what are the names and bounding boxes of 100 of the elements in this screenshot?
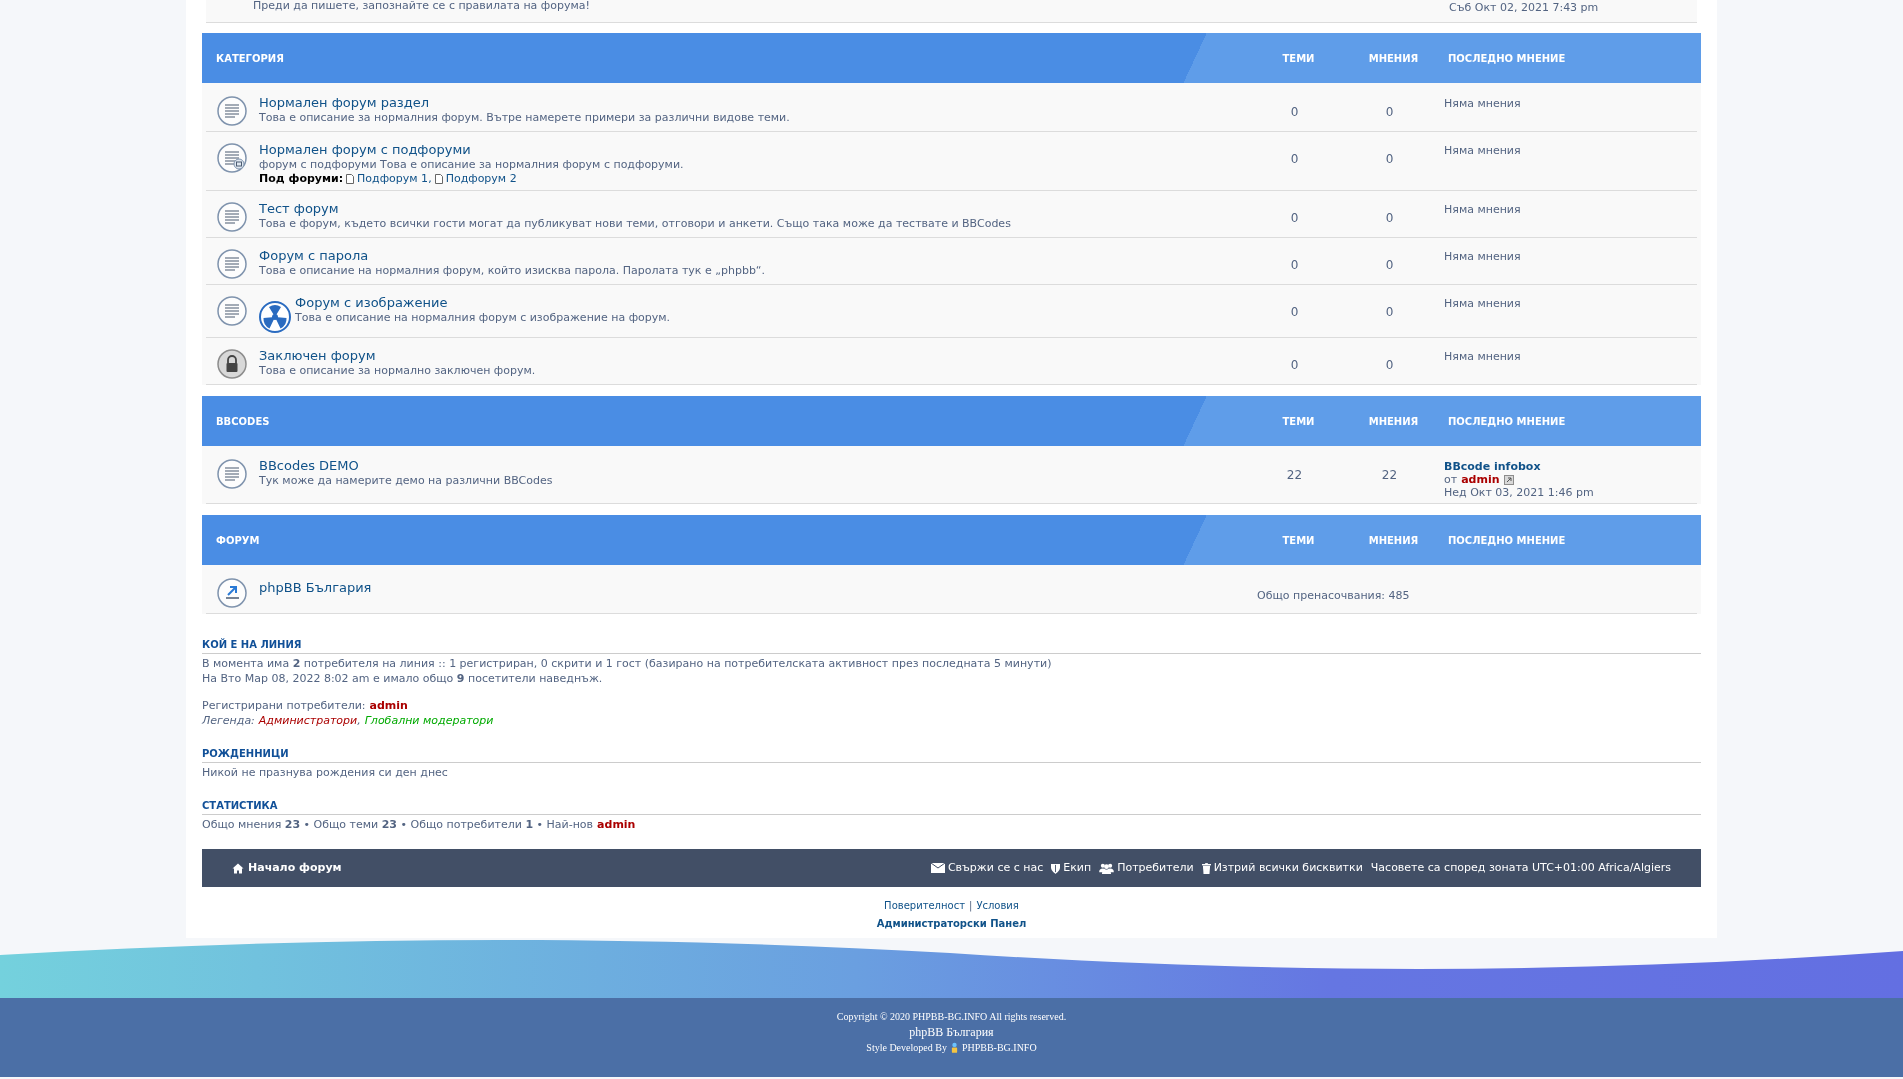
- forum-image-icon: [259, 301, 291, 333]
- footer-link[interactable]: Екип: [1051, 859, 1092, 877]
- footer-link[interactable]: Изтрий всички бисквитки: [1201, 859, 1363, 877]
- footer-link[interactable]: Потребители: [1099, 859, 1194, 877]
- column-header: ТЕМИ: [1281, 51, 1316, 66]
- forum-description: форум с подфоруми Това е описание за нормалния форум с подфоруми.: [259, 158, 684, 172]
- no-posts-text: Няма мнения: [1444, 203, 1522, 216]
- site-name: phpBB България: [909, 1024, 994, 1041]
- posts-count: 0: [1384, 304, 1395, 321]
- posts-count: 0: [1384, 104, 1395, 121]
- column-header: ПОСЛЕДНО МНЕНИЕ: [1447, 533, 1567, 548]
- column-header: МНЕНИЯ: [1367, 414, 1420, 429]
- forum-description: Това е описание на нормалния форум с изображение на форум.: [295, 311, 671, 325]
- column-header: ПОСЛЕДНО МНЕНИЕ: [1447, 51, 1567, 66]
- topics-count: 0: [1289, 151, 1300, 168]
- section-heading: СТАТИСТИКА: [202, 798, 1701, 815]
- subforum-link[interactable]: Подфорум 1: [357, 172, 429, 186]
- no-posts-text: Няма мнения: [1444, 97, 1522, 110]
- forum-title-link[interactable]: Тест форум: [259, 201, 1011, 217]
- posts-count: 0: [1384, 257, 1395, 274]
- forum-description: Преди да пишете, запознайте се с правилата на форума!: [252, 0, 591, 14]
- group-link[interactable]: Администратори: [258, 713, 358, 728]
- link-separator: |: [969, 899, 973, 913]
- link-icon: [216, 577, 248, 609]
- forum-title-link[interactable]: Форум с изображение: [295, 295, 671, 311]
- birthdays-text: Никой не празнува рождения си ден днес: [202, 765, 449, 780]
- last-post-date: Нед Окт 03, 2021 1:46 pm: [1444, 486, 1595, 499]
- topics-count: 0: [1289, 210, 1300, 227]
- forum-title-link[interactable]: Заключен форум: [259, 348, 536, 364]
- section-heading: РОЖДЕННИЦИ: [202, 746, 1701, 763]
- topics-count: 0: [1289, 304, 1300, 321]
- section-heading: КОЙ Е НА ЛИНИЯ: [202, 637, 1701, 654]
- developed-by-text: Style Developed By: [866, 1041, 947, 1054]
- last-post-link[interactable]: BBcode infobox: [1444, 460, 1697, 473]
- posts-count: 22: [1380, 467, 1399, 484]
- privacy-link[interactable]: Поверителност: [884, 898, 965, 913]
- envelope-icon: [930, 863, 945, 873]
- admin-panel-link[interactable]: Администраторски Панел: [876, 916, 1027, 931]
- section-title: ФОРУМ: [215, 533, 261, 548]
- timezone-text: Часовете са според зоната UTC+01:00 Africa/Algiers: [1370, 859, 1671, 876]
- posts-count: 0: [1384, 357, 1395, 374]
- subforum-icon: [216, 142, 248, 174]
- go-to-post-icon: [1503, 474, 1514, 485]
- registered-label: Регистрирани потребители:: [202, 698, 366, 713]
- forum-description: Това е описание за нормално заключен форум.: [259, 364, 536, 378]
- legend-separator: ,: [357, 713, 361, 728]
- topics-count: 0: [1289, 357, 1300, 374]
- column-header: МНЕНИЯ: [1367, 51, 1420, 66]
- forum-title-link[interactable]: BBcodes DEMO: [259, 458, 553, 474]
- forum-icon: [216, 201, 248, 233]
- no-posts-text: Няма мнения: [1444, 350, 1522, 363]
- footer-link[interactable]: Свържи се с нас: [930, 859, 1044, 877]
- forum-description: Това е описание за нормалния форум. Вътре намерете примери за различни видове теми.: [259, 111, 790, 125]
- column-header: ТЕМИ: [1281, 414, 1316, 429]
- last-post-date: Съб Окт 02, 2021 7:43 pm: [1448, 0, 1600, 16]
- trash-icon: [1201, 862, 1211, 874]
- posts-count: 0: [1384, 151, 1395, 168]
- forum-title-link[interactable]: phpBB България: [259, 580, 372, 596]
- forum-icon: [216, 248, 248, 280]
- section-title: КАТЕГОРИЯ: [215, 51, 285, 66]
- topics-count: 0: [1289, 257, 1300, 274]
- document-icon: [434, 174, 443, 184]
- no-posts-text: Няма мнения: [1444, 250, 1522, 263]
- logo-icon: [950, 1042, 958, 1053]
- lock-icon: [216, 348, 248, 380]
- users-icon: [1099, 862, 1115, 874]
- column-header: ПОСЛЕДНО МНЕНИЕ: [1447, 414, 1567, 429]
- legend-label: Легенда:: [202, 713, 255, 728]
- forum-icon: [216, 295, 248, 327]
- author-link[interactable]: admin: [1461, 473, 1500, 486]
- forum-icon: [216, 95, 248, 127]
- user-link[interactable]: admin: [597, 817, 636, 832]
- developer-name: PHPBB-BG.INFO: [961, 1041, 1037, 1054]
- redirect-count: Общо пренасочвания: 485: [1256, 588, 1411, 604]
- online-text: На Вто Мар 08, 2022 8:02 am е имало общо 9 посетители наведнъж.: [202, 671, 604, 686]
- online-text: В момента има 2 потребителя на линия :: 1 регистриран, 0 скрити и 1 гост (базирано на потребителската активност през последната 5 минути): [202, 656, 1053, 671]
- section-title: BBCODES: [215, 414, 271, 429]
- document-icon: [346, 174, 355, 184]
- forum-title-link[interactable]: Нормален форум раздел: [259, 95, 790, 111]
- column-header: ТЕМИ: [1281, 533, 1316, 548]
- no-posts-text: Няма мнения: [1444, 144, 1522, 157]
- forum-title-link[interactable]: Нормален форум с подфоруми: [259, 142, 684, 158]
- forum-description: Тук може да намерите демо на различни BBCodes: [259, 474, 553, 488]
- forum-description: Това е форум, където всички гости могат да публикуват нови теми, отговори и анкети. Също така може да тествате и BBCodes: [259, 217, 1011, 231]
- by-label: от: [1444, 473, 1458, 486]
- forum-description: Това е описание на нормалния форум, който изисква парола. Паролата тук е „phpbb“.: [259, 264, 766, 278]
- subforum-separator: ,: [428, 172, 432, 186]
- topics-count: 22: [1285, 467, 1304, 484]
- copyright-text: Copyright © 2020 PHPBB-BG.INFO All rights reserved.: [836, 1010, 1067, 1023]
- topics-count: 0: [1289, 104, 1300, 121]
- user-link[interactable]: admin: [369, 698, 408, 713]
- subforums-label: Под форуми:: [259, 172, 344, 186]
- home-icon: [232, 862, 244, 874]
- shield-icon: [1051, 862, 1061, 874]
- home-link[interactable]: Начало форум: [232, 859, 931, 877]
- forum-title-link[interactable]: Форум с парола: [259, 248, 766, 264]
- subforum-link[interactable]: Подфорум 2: [445, 172, 517, 186]
- statistics-text: Общо мнения 23 • Общо теми 23 • Общо потребители 1 • Най-нов: [202, 817, 594, 832]
- column-header: МНЕНИЯ: [1367, 533, 1420, 548]
- terms-link[interactable]: Условия: [976, 898, 1019, 913]
